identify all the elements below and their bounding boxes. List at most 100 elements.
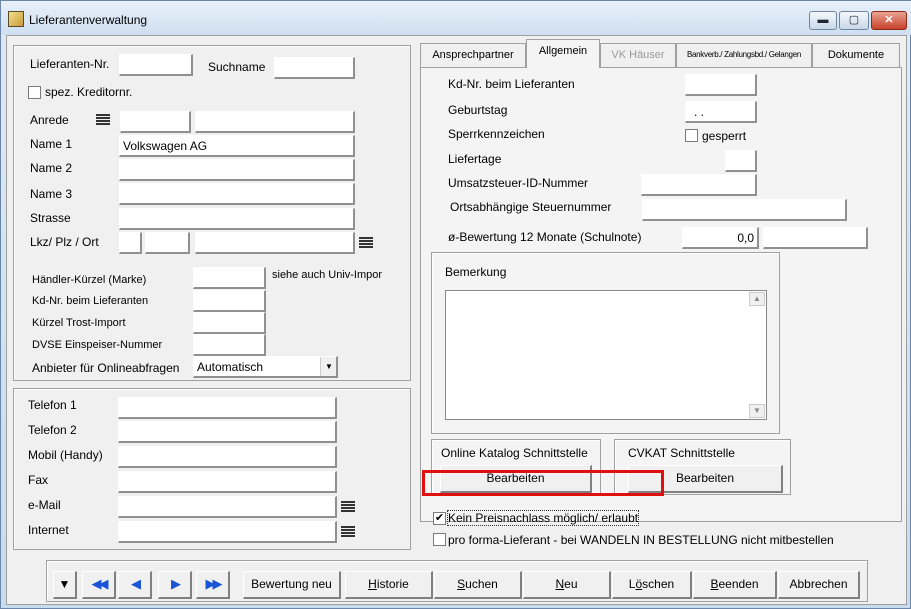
- dvse-field[interactable]: [193, 334, 266, 356]
- kd-nr-field[interactable]: [193, 290, 266, 312]
- ort-list-icon[interactable]: [359, 237, 373, 249]
- bewertung-neu-button[interactable]: Bewertung neu: [243, 571, 341, 599]
- email-list-icon[interactable]: [341, 501, 355, 513]
- geburtstag-field[interactable]: . .: [685, 101, 757, 123]
- dvse-label: DVSE Einspeiser-Nummer: [32, 339, 163, 351]
- title-bar[interactable]: Lieferantenverwaltung ▬ ▢ ✕: [1, 1, 911, 35]
- bewertung-field[interactable]: 0,0: [682, 227, 759, 249]
- cvkat-title: CVKAT Schnittstelle: [628, 446, 735, 460]
- app-icon: [8, 11, 24, 27]
- chevron-down-icon[interactable]: ▼: [320, 357, 336, 376]
- toolbar-dropdown-button[interactable]: ▼: [53, 571, 77, 599]
- telefon1-label: Telefon 1: [28, 398, 77, 412]
- gesperrt-checkbox[interactable]: [685, 129, 698, 142]
- fax-field[interactable]: [118, 471, 337, 493]
- highlight-annotation: [422, 470, 664, 496]
- historie-button[interactable]: Historie: [345, 571, 433, 599]
- bemerkung-group: Bemerkung ▲ ▼: [431, 252, 780, 434]
- mobil-label: Mobil (Handy): [28, 448, 103, 462]
- plz-field[interactable]: [145, 232, 190, 254]
- kein-preisnachlass-checkbox[interactable]: ✔: [433, 512, 446, 525]
- bottom-toolbar: ▼ ◀◀ ◀ ▶ ▶▶ Bewertung neu Historie Suche…: [46, 560, 868, 602]
- lkz-field[interactable]: [119, 232, 142, 254]
- ust-id-field[interactable]: [641, 174, 757, 196]
- tab-vk-haeuser[interactable]: VK Häuser: [600, 43, 676, 67]
- suchname-field[interactable]: [274, 57, 355, 79]
- liefertage-field[interactable]: [725, 150, 757, 172]
- name1-field[interactable]: Volkswagen AG: [119, 135, 355, 157]
- scroll-up-icon[interactable]: ▲: [749, 292, 765, 306]
- name3-field[interactable]: [119, 183, 355, 205]
- telefon1-field[interactable]: [118, 397, 337, 419]
- steuernummer-field[interactable]: [642, 199, 847, 221]
- maximize-button[interactable]: ▢: [839, 11, 869, 30]
- pro-forma-label: pro forma-Lieferant - bei WANDELN IN BES…: [448, 533, 834, 547]
- liefertage-label: Liefertage: [448, 152, 502, 166]
- online-katalog-title: Online Katalog Schnittstelle: [441, 446, 588, 460]
- name2-field[interactable]: [119, 159, 355, 181]
- suchen-button[interactable]: Suchen: [434, 571, 522, 599]
- anrede-field-2[interactable]: [195, 111, 355, 133]
- spez-kreditornr-label: spez. Kreditornr.: [45, 85, 133, 99]
- application-window: Lieferantenverwaltung ▬ ▢ ✕ Lieferanten-…: [0, 0, 911, 609]
- address-group: Lieferanten-Nr. Suchname spez. Kreditorn…: [13, 45, 411, 381]
- telefon2-field[interactable]: [118, 421, 337, 443]
- tab-bankverbindung[interactable]: Bankverb./ Zahlungsbd./ Gelangen: [676, 43, 812, 67]
- previous-record-icon[interactable]: ◀: [118, 571, 152, 599]
- first-record-icon[interactable]: ◀◀: [82, 571, 116, 599]
- tab-allgemein[interactable]: Allgemein: [526, 39, 600, 68]
- suchname-label: Suchname: [208, 60, 266, 74]
- tab-dokumente[interactable]: Dokumente: [812, 43, 900, 67]
- internet-field[interactable]: [118, 521, 337, 543]
- internet-list-icon[interactable]: [341, 526, 355, 538]
- abbrechen-button[interactable]: Abbrechen: [778, 571, 860, 599]
- anbieter-select[interactable]: Automatisch ▼: [193, 356, 338, 378]
- scroll-down-icon[interactable]: ▼: [749, 404, 765, 418]
- lieferanten-nr-label: Lieferanten-Nr.: [30, 57, 110, 71]
- anrede-list-icon[interactable]: [96, 114, 110, 126]
- name2-label: Name 2: [30, 161, 73, 175]
- next-record-icon[interactable]: ▶: [158, 571, 192, 599]
- internet-label: Internet: [28, 523, 69, 537]
- name3-label: Name 3: [30, 187, 73, 201]
- name1-label: Name 1: [30, 137, 73, 151]
- anrede-field-1[interactable]: [120, 111, 191, 133]
- loeschen-button[interactable]: Löschen: [612, 571, 692, 599]
- haendler-kuerzel-label: Händler-Kürzel (Marke): [32, 274, 147, 286]
- lieferanten-nr-field[interactable]: [119, 54, 193, 76]
- tab-ansprechpartner[interactable]: Ansprechpartner: [420, 43, 526, 67]
- neu-button[interactable]: Neu: [523, 571, 611, 599]
- allgemein-tab-panel: Kd-Nr. beim Lieferanten Geburtstag . . S…: [420, 67, 902, 522]
- spez-kreditornr-checkbox[interactable]: [28, 86, 41, 99]
- anbieter-label: Anbieter für Onlineabfragen: [32, 361, 180, 375]
- client-area: Lieferanten-Nr. Suchname spez. Kreditorn…: [6, 35, 907, 605]
- kuerzel-trost-label: Kürzel Trost-Import: [32, 317, 126, 329]
- ust-id-label: Umsatzsteuer-ID-Nummer: [448, 176, 589, 190]
- last-record-icon[interactable]: ▶▶: [196, 571, 230, 599]
- kd-nr-label: Kd-Nr. beim Lieferanten: [32, 295, 149, 307]
- window-title: Lieferantenverwaltung: [29, 13, 148, 27]
- bemerkung-textarea[interactable]: ▲ ▼: [445, 290, 767, 420]
- strasse-label: Strasse: [30, 211, 71, 225]
- bewertung-extra-field[interactable]: [763, 227, 868, 249]
- allg-kd-nr-field[interactable]: [685, 74, 757, 96]
- telefon2-label: Telefon 2: [28, 423, 77, 437]
- pro-forma-checkbox[interactable]: [433, 533, 446, 546]
- anrede-label: Anrede: [30, 113, 69, 127]
- gesperrt-label: gesperrt: [702, 129, 747, 143]
- close-button[interactable]: ✕: [871, 11, 907, 30]
- geburtstag-label: Geburtstag: [448, 103, 508, 117]
- ort-field[interactable]: [195, 232, 355, 254]
- haendler-kuerzel-field[interactable]: [193, 267, 266, 289]
- strasse-field[interactable]: [119, 208, 355, 230]
- kuerzel-trost-field[interactable]: [193, 312, 266, 334]
- beenden-button[interactable]: Beenden: [693, 571, 777, 599]
- mobil-field[interactable]: [118, 446, 337, 468]
- univ-import-hint: siehe auch Univ-Impor: [272, 269, 383, 281]
- email-field[interactable]: [118, 496, 337, 518]
- email-label: e-Mail: [28, 498, 61, 512]
- steuernummer-label: Ortsabhängige Steuernummer: [450, 200, 612, 214]
- minimize-button[interactable]: ▬: [809, 11, 837, 30]
- fax-label: Fax: [28, 473, 49, 487]
- sperrkennzeichen-label: Sperrkennzeichen: [448, 127, 545, 141]
